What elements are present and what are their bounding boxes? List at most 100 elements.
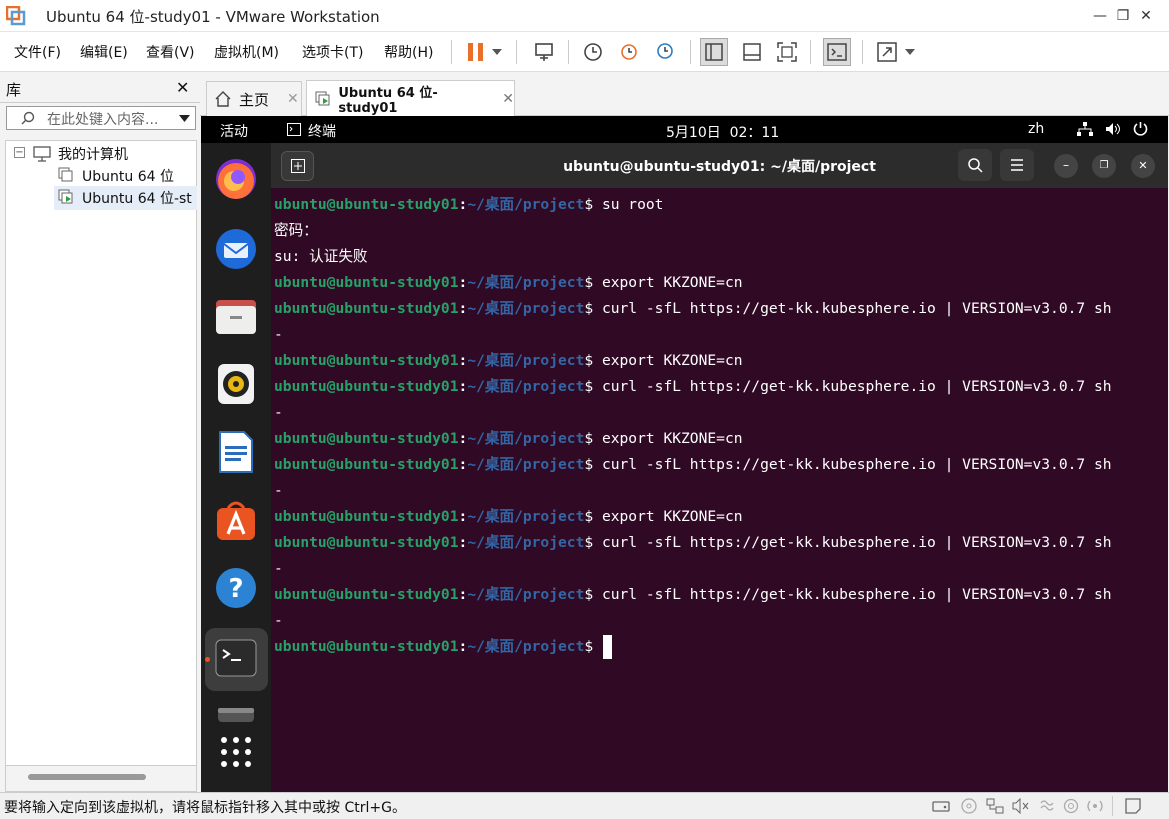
tree-root-my-computer[interactable]: 我的计算机 bbox=[58, 144, 128, 164]
library-search-box[interactable]: 在此处键入内容... bbox=[6, 106, 196, 130]
prompt-user: ubuntu@ubuntu-study01 bbox=[274, 300, 459, 317]
prompt-user: ubuntu@ubuntu-study01 bbox=[274, 274, 459, 291]
printer-icon[interactable] bbox=[1062, 798, 1080, 818]
command-text: $ su root bbox=[584, 196, 664, 213]
terminal-close-button[interactable]: ✕ bbox=[1131, 154, 1155, 178]
svg-text:?: ? bbox=[228, 574, 243, 604]
terminal-minimize-button[interactable]: – bbox=[1054, 154, 1078, 178]
pause-dropdown-icon[interactable] bbox=[488, 38, 506, 66]
terminal-output[interactable]: ubuntu@ubuntu-study01:~/桌面/project$ su r… bbox=[271, 188, 1157, 792]
prompt-user: ubuntu@ubuntu-study01 bbox=[274, 352, 459, 369]
help-icon[interactable]: ? bbox=[214, 566, 258, 610]
tree-item-ubuntu[interactable]: Ubuntu 64 位 bbox=[82, 166, 174, 186]
command-text: $ curl -sfL https://get-kk.kubesphere.io… bbox=[584, 378, 1112, 395]
prompt-separator: : bbox=[458, 196, 468, 213]
stretch-dropdown-icon[interactable] bbox=[901, 38, 919, 66]
menu-help[interactable]: 帮助(H) bbox=[384, 42, 433, 62]
show-apps-icon[interactable] bbox=[220, 736, 252, 768]
prompt-path: ~/桌面/project bbox=[467, 378, 585, 395]
stretch-guest-icon[interactable] bbox=[873, 38, 901, 66]
prompt-separator: : bbox=[458, 534, 468, 551]
prompt-path: ~/桌面/project bbox=[467, 534, 585, 551]
menu-edit[interactable]: 编辑(E) bbox=[80, 42, 128, 62]
vm-icon bbox=[58, 167, 73, 182]
rhythmbox-icon[interactable] bbox=[214, 362, 258, 406]
tab-ubuntu-study01[interactable]: Ubuntu 64 位-study01 ✕ bbox=[306, 80, 515, 117]
clock[interactable]: 5月10日 02：11 bbox=[666, 122, 779, 142]
close-tab-icon[interactable]: ✕ bbox=[287, 91, 299, 107]
terminal-scrollbar[interactable] bbox=[1157, 188, 1168, 792]
cd-rom-icon[interactable] bbox=[960, 798, 978, 818]
hard-disk-icon[interactable] bbox=[932, 798, 950, 814]
terminal-output-line: - bbox=[274, 612, 283, 629]
libreoffice-writer-icon[interactable] bbox=[214, 430, 258, 474]
tab-home-label: 主页 bbox=[239, 90, 270, 109]
message-log-icon[interactable] bbox=[1124, 798, 1142, 818]
terminal-small-icon bbox=[287, 123, 301, 136]
terminal-command-line: ubuntu@ubuntu-study01:~/桌面/project$ expo… bbox=[274, 270, 743, 296]
files-icon[interactable] bbox=[214, 294, 258, 338]
vm-display[interactable]: 活动 终端 5月10日 02：11 zh ? ubuntu@ubuntu-stu… bbox=[201, 116, 1168, 792]
snapshot-icon[interactable] bbox=[579, 38, 607, 66]
tab-home[interactable]: 主页 ✕ bbox=[206, 81, 302, 116]
home-icon bbox=[215, 91, 231, 107]
title-bar: Ubuntu 64 位-study01 - VMware Workstation… bbox=[0, 0, 1169, 32]
terminal-command-line: ubuntu@ubuntu-study01:~/桌面/project$ expo… bbox=[274, 426, 743, 452]
prompt-user: ubuntu@ubuntu-study01 bbox=[274, 456, 459, 473]
activities-button[interactable]: 活动 bbox=[220, 121, 248, 141]
toolbar-separator bbox=[516, 40, 517, 64]
library-tree: − 我的计算机 Ubuntu 64 位 Ubuntu 64 位-st bbox=[5, 140, 197, 766]
terminal-output-line: su: 认证失败 bbox=[274, 248, 368, 265]
sound-card-icon[interactable] bbox=[1012, 797, 1030, 818]
running-indicator bbox=[205, 657, 210, 662]
thunderbird-icon[interactable] bbox=[214, 226, 258, 270]
status-separator bbox=[1112, 796, 1113, 816]
close-window-button[interactable]: ✕ bbox=[1123, 0, 1169, 32]
terminal-output-line: 密码： bbox=[274, 222, 318, 239]
terminal-search-button[interactable] bbox=[958, 149, 992, 181]
prompt-user: ubuntu@ubuntu-study01 bbox=[274, 196, 459, 213]
thumbnail-view-icon[interactable] bbox=[738, 38, 766, 66]
app-center-icon[interactable] bbox=[214, 498, 258, 542]
prompt-separator: : bbox=[458, 456, 468, 473]
snapshot-manager-icon[interactable] bbox=[651, 38, 679, 66]
usb-icon[interactable] bbox=[1038, 798, 1056, 818]
network-adapter-icon[interactable] bbox=[986, 798, 1004, 818]
terminal-icon[interactable] bbox=[214, 636, 258, 680]
window-title: Ubuntu 64 位-study01 - VMware Workstation bbox=[46, 8, 380, 26]
firefox-icon[interactable] bbox=[214, 157, 258, 201]
fullscreen-icon[interactable] bbox=[773, 38, 801, 66]
prompt-user: ubuntu@ubuntu-study01 bbox=[274, 638, 459, 655]
menu-tabs[interactable]: 选项卡(T) bbox=[302, 42, 363, 62]
menu-view[interactable]: 查看(V) bbox=[146, 42, 195, 62]
close-tab-icon[interactable]: ✕ bbox=[502, 91, 514, 107]
drive-icon[interactable] bbox=[214, 704, 258, 724]
input-language[interactable]: zh bbox=[1028, 121, 1044, 137]
terminal-command-line: ubuntu@ubuntu-study01:~/桌面/project$ curl… bbox=[274, 296, 1112, 322]
library-view-icon[interactable] bbox=[700, 38, 728, 66]
pause-icon[interactable] bbox=[462, 38, 490, 66]
menu-file[interactable]: 文件(F) bbox=[14, 42, 61, 62]
terminal-maximize-button[interactable]: ❐ bbox=[1092, 154, 1116, 178]
send-ctrl-alt-del-icon[interactable] bbox=[530, 38, 558, 66]
app-menu-terminal[interactable]: 终端 bbox=[308, 121, 336, 141]
search-dropdown-icon[interactable] bbox=[179, 115, 190, 122]
close-library-icon[interactable]: ✕ bbox=[176, 78, 189, 97]
volume-icon[interactable] bbox=[1105, 122, 1121, 136]
library-horizontal-scrollbar[interactable] bbox=[28, 774, 146, 780]
terminal-output-line: - bbox=[274, 326, 283, 343]
terminal-menu-button[interactable] bbox=[1000, 149, 1034, 181]
terminal-output-line: - bbox=[274, 404, 283, 421]
display-icon[interactable] bbox=[1086, 798, 1104, 818]
revert-snapshot-icon[interactable] bbox=[615, 38, 643, 66]
terminal-output-line: - bbox=[274, 560, 283, 577]
network-icon[interactable] bbox=[1077, 122, 1093, 136]
prompt-separator: : bbox=[458, 508, 468, 525]
vmware-app-icon bbox=[6, 6, 26, 26]
console-view-icon[interactable] bbox=[823, 38, 851, 66]
menu-bar: 文件(F) 编辑(E) 查看(V) 虚拟机(M) 选项卡(T) 帮助(H) bbox=[0, 32, 1169, 72]
collapse-toggle[interactable]: − bbox=[14, 147, 25, 158]
power-icon[interactable] bbox=[1133, 121, 1148, 136]
menu-vm[interactable]: 虚拟机(M) bbox=[214, 42, 279, 62]
tree-item-ubuntu-study01[interactable]: Ubuntu 64 位-st bbox=[82, 188, 196, 208]
